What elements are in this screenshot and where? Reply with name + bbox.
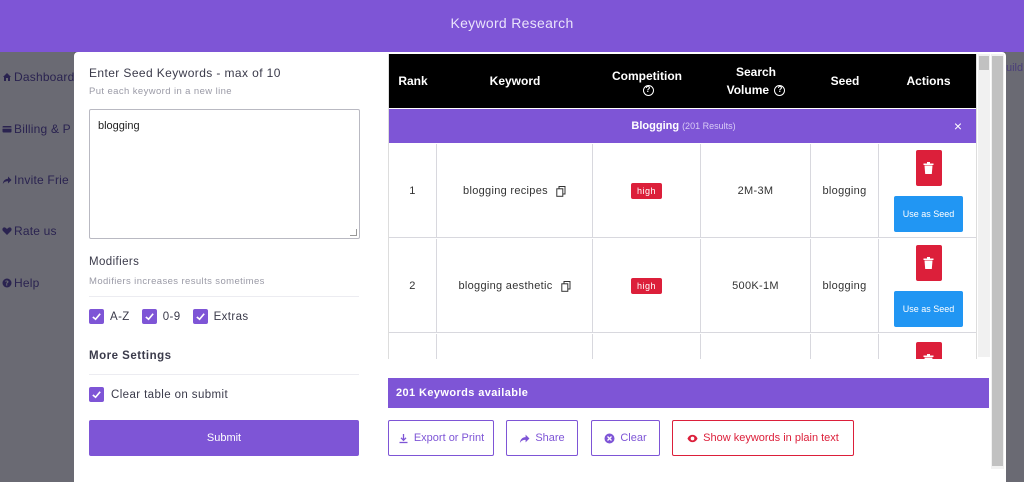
resize-handle[interactable] — [350, 229, 357, 236]
card-icon — [2, 126, 12, 133]
plain-text-button[interactable]: Show keywords in plain text — [672, 420, 854, 456]
column-competition: Competition ? — [612, 68, 682, 96]
help-icon: ? — [2, 278, 12, 288]
divider — [89, 374, 359, 375]
eye-icon — [687, 434, 698, 442]
group-row-blogging: Blogging (201 Results) × — [389, 109, 976, 143]
competition-badge: high — [630, 183, 662, 199]
cell-keyword: blogging recipes — [437, 144, 593, 238]
trash-icon — [923, 257, 934, 269]
checkbox-checked[interactable] — [141, 309, 157, 324]
delete-button[interactable] — [915, 342, 942, 359]
clear-button[interactable]: Clear — [591, 420, 660, 456]
sidebar-item-billing[interactable]: Billing & P — [2, 122, 71, 136]
modifiers-checkboxes: A-Z 0-9 Extras — [89, 309, 255, 324]
copy-icon[interactable] — [560, 280, 571, 292]
more-settings-title: More Settings — [89, 350, 172, 362]
cut-off-text: uild — [1006, 62, 1024, 74]
cell-seed — [811, 334, 879, 359]
cell-actions: Use as Seed — [879, 239, 976, 333]
column-seed: Seed — [830, 74, 860, 88]
checkmark-icon — [195, 313, 205, 321]
download-icon — [399, 433, 408, 443]
close-circle-icon — [604, 433, 615, 443]
heart-icon — [2, 227, 12, 235]
page-title: Keyword Research — [450, 15, 574, 31]
share-button[interactable]: Share — [506, 420, 578, 456]
cell-volume — [701, 334, 811, 359]
modifiers-hint: Modifiers increases results sometimes — [89, 276, 265, 287]
cell-competition: high — [593, 239, 701, 333]
competition-badge: high — [630, 278, 662, 294]
export-button[interactable]: Export or Print — [388, 420, 494, 456]
background-page-edge: uild — [1006, 52, 1024, 482]
checkmark-icon — [92, 391, 101, 399]
table-row: 1 blogging recipes high 2M-3M blogging U… — [389, 144, 976, 238]
results-table: Rank Keyword Competition ? Search Volume… — [388, 54, 977, 359]
submit-button[interactable]: Submit — [89, 420, 359, 456]
home-icon — [3, 73, 11, 81]
cell-volume: 2M-3M — [701, 144, 811, 238]
sidebar-item-rate[interactable]: Rate us — [2, 224, 57, 238]
modifiers-label: Modifiers — [89, 256, 140, 268]
seed-keywords-input[interactable]: blogging — [89, 109, 360, 239]
table-row: 2 blogging aesthetic high 500K-1M bloggi… — [389, 239, 976, 333]
cell-keyword — [437, 334, 593, 359]
divider — [89, 296, 359, 297]
use-as-seed-button[interactable]: Use as Seed — [894, 196, 963, 232]
cell-rank — [389, 334, 437, 359]
trash-icon — [923, 354, 934, 359]
column-search-volume: Search Volume ? — [701, 54, 811, 108]
cell-rank: 2 — [389, 239, 437, 333]
cell-actions: Use as Seed — [879, 144, 976, 238]
delete-button[interactable] — [915, 150, 942, 186]
modifier-az[interactable]: A-Z — [89, 309, 130, 324]
clear-table-option[interactable]: Clear table on submit — [89, 387, 228, 402]
keywords-available-bar: 201 Keywords available — [388, 378, 989, 408]
table-scrollbar-thumb[interactable] — [979, 56, 989, 70]
column-actions: Actions — [906, 74, 951, 88]
sidebar-item-dashboard[interactable]: Dashboard — [2, 70, 75, 84]
modal-scrollbar-thumb[interactable] — [992, 56, 1003, 466]
checkbox-checked[interactable] — [89, 309, 104, 324]
checkbox-checked[interactable] — [89, 387, 104, 402]
table-scrollbar[interactable] — [978, 54, 990, 357]
sidebar-item-help[interactable]: ? Help — [2, 276, 39, 290]
cell-actions — [879, 334, 976, 359]
share-icon — [2, 176, 12, 184]
use-as-seed-button[interactable]: Use as Seed — [894, 291, 963, 327]
sidebar-item-invite[interactable]: Invite Frie — [2, 173, 69, 187]
modifier-09[interactable]: 0-9 — [141, 309, 181, 324]
seed-keywords-value: blogging — [98, 120, 140, 132]
cell-competition: high — [593, 144, 701, 238]
checkmark-icon — [92, 313, 101, 321]
info-icon[interactable]: ? — [774, 85, 786, 97]
svg-text:?: ? — [5, 280, 9, 288]
copy-icon[interactable] — [556, 185, 566, 197]
table-row — [389, 334, 976, 359]
cell-volume: 500K-1M — [701, 239, 811, 333]
info-icon[interactable]: ? — [642, 84, 654, 96]
cell-seed: blogging — [811, 144, 879, 238]
sidebar: Dashboard Billing & P Invite Frie Rate u… — [0, 52, 74, 482]
share-icon — [520, 434, 530, 443]
checkmark-icon — [145, 313, 154, 321]
close-group-icon[interactable]: × — [954, 109, 962, 143]
cell-rank: 1 — [389, 144, 437, 238]
delete-button[interactable] — [915, 245, 942, 281]
modifier-extras[interactable]: Extras — [192, 309, 249, 324]
keyword-research-modal: Enter Seed Keywords - max of 10 Put each… — [74, 52, 1006, 482]
seed-keywords-label: Enter Seed Keywords - max of 10 — [89, 66, 281, 80]
seed-keywords-hint: Put each keyword in a new line — [89, 86, 232, 97]
cell-competition — [593, 334, 701, 359]
table-header: Rank Keyword Competition ? Search Volume… — [389, 54, 976, 108]
column-keyword: Keyword — [489, 74, 541, 88]
trash-icon — [923, 162, 934, 174]
checkbox-checked[interactable] — [192, 309, 208, 324]
cell-seed: blogging — [811, 239, 879, 333]
column-rank: Rank — [398, 74, 428, 88]
cell-keyword: blogging aesthetic — [437, 239, 593, 333]
app-header: Keyword Research — [0, 0, 1024, 52]
